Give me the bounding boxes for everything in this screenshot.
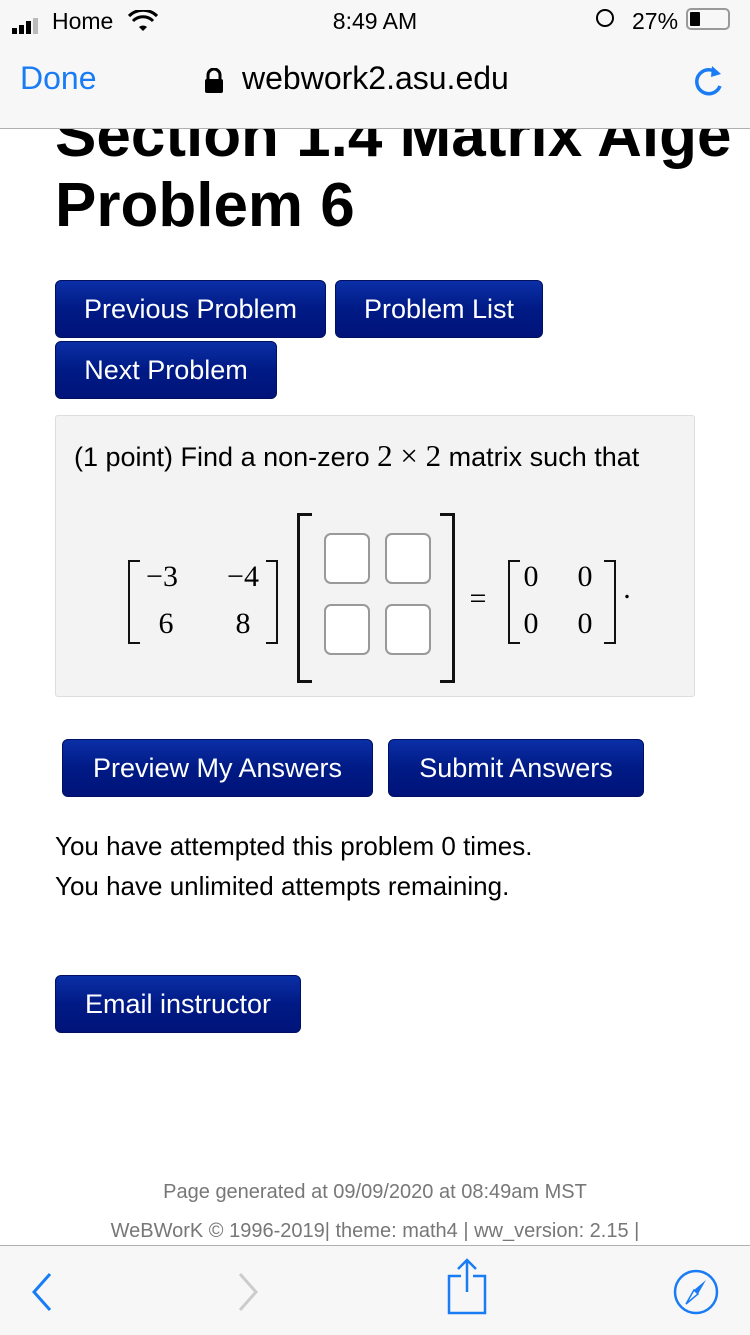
period: . (623, 572, 631, 605)
status-bar: Home 8:49 AM 27% (0, 0, 750, 40)
problem-statement: (1 point) Find a non-zero 2 × 2 matrix s… (74, 438, 639, 474)
result-entry: 0 (577, 560, 593, 593)
answer-input-r1c1[interactable] (324, 533, 370, 584)
rotation-lock-icon (596, 9, 614, 27)
browser-nav-bar: Done webwork2.asu.edu (0, 40, 750, 129)
matrix-a-left-bracket (128, 560, 140, 644)
submit-answers-button[interactable]: Submit Answers (388, 739, 644, 797)
problem-text: (1 point) Find a non-zero (74, 442, 370, 472)
attempts-count: You have attempted this problem 0 times. (55, 831, 533, 861)
result-entry: 0 (523, 607, 539, 640)
battery-icon (686, 8, 730, 30)
browser-toolbar (0, 1245, 750, 1335)
back-icon[interactable] (30, 1271, 54, 1318)
matrix-a-entry: 6 (158, 607, 174, 640)
page-title-problem: Problem 6 (55, 171, 355, 240)
attempts-remaining: You have unlimited attempts remaining. (55, 871, 510, 901)
battery-percent: 27% (632, 8, 679, 34)
matrix-dimensions: 2 × 2 (377, 438, 442, 473)
preview-answers-button[interactable]: Preview My Answers (62, 739, 373, 797)
matrix-a-entry: −4 (227, 560, 259, 593)
previous-problem-button[interactable]: Previous Problem (55, 280, 326, 338)
problem-text-end: matrix such that (448, 442, 640, 472)
answer-left-bracket (297, 513, 312, 683)
compass-icon[interactable] (672, 1268, 720, 1321)
email-instructor-button[interactable]: Email instructor (55, 975, 301, 1033)
page-generated: Page generated at 09/09/2020 at 08:49am … (163, 1181, 587, 1203)
next-problem-button[interactable]: Next Problem (55, 341, 277, 399)
answer-input-r2c1[interactable] (324, 604, 370, 655)
done-button[interactable]: Done (20, 60, 97, 97)
share-icon[interactable] (445, 1258, 489, 1321)
answer-right-bracket (440, 513, 455, 683)
matrix-a-right-bracket (266, 560, 278, 644)
version-footer: WeBWorK © 1996-2019| theme: math4 | ww_v… (110, 1220, 640, 1242)
problem-list-button[interactable]: Problem List (335, 280, 543, 338)
matrix-a-entry: −3 (146, 560, 178, 593)
equals-sign: = (469, 582, 487, 615)
url-label[interactable]: webwork2.asu.edu (242, 60, 509, 97)
matrix-a-entry: 8 (235, 607, 251, 640)
result-entry: 0 (523, 560, 539, 593)
reload-icon[interactable] (692, 62, 726, 105)
result-entry: 0 (577, 607, 593, 640)
answer-input-r1c2[interactable] (385, 533, 431, 584)
answer-input-r2c2[interactable] (385, 604, 431, 655)
forward-icon[interactable] (236, 1271, 260, 1318)
lock-icon (204, 67, 224, 99)
